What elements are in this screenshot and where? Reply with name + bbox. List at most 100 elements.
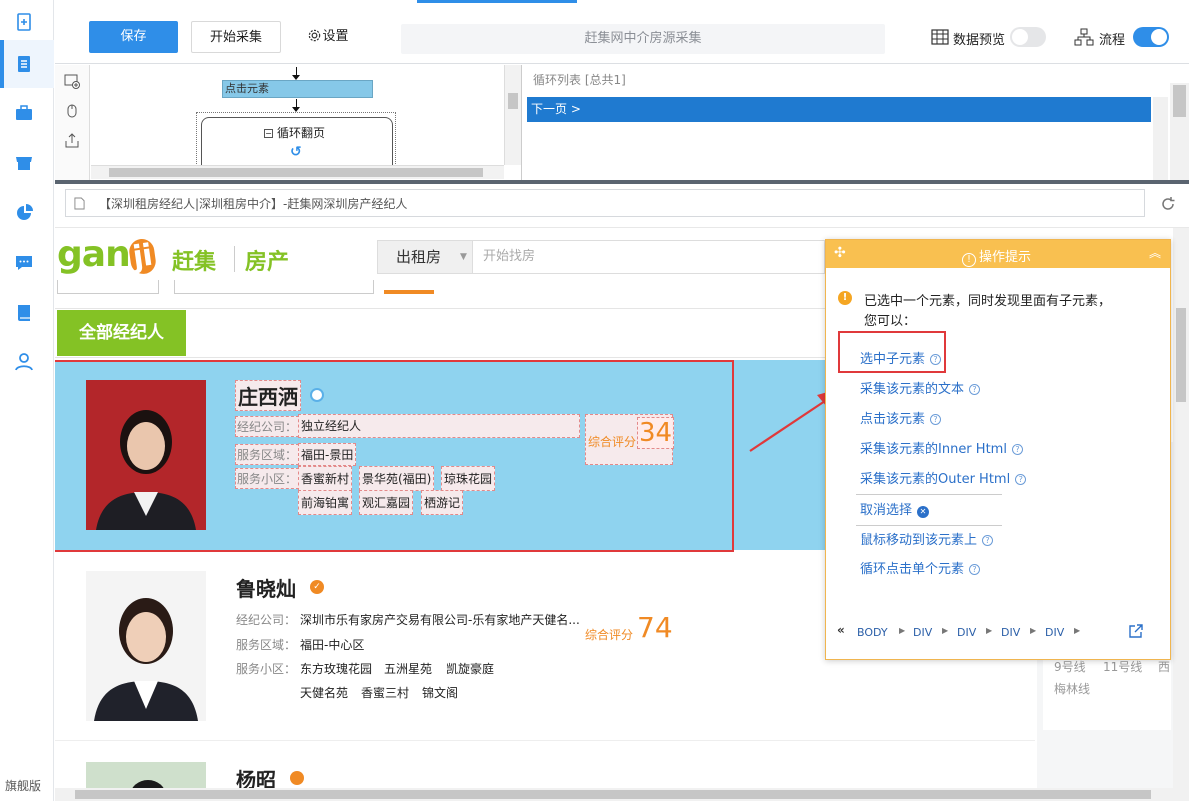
community-item[interactable]: 东方玫瑰花园 [300,660,372,677]
metro-line[interactable]: 梅林线 [1054,680,1090,697]
collapse-icon[interactable]: − [264,129,273,138]
logo-gan: gan [57,234,131,275]
logo-ji: ji [127,237,157,276]
flow-label: 流程 [1099,33,1126,48]
data-preview-label: 数据预览 [953,33,1006,48]
outer-scrollbar[interactable] [1170,83,1189,180]
option-loop-click[interactable]: 循环点击单个元素? [860,558,981,577]
mouse-icon[interactable] [63,102,81,120]
flow-node-click[interactable]: 点击元素 [222,80,373,98]
breadcrumb-item[interactable]: DIV [913,626,932,639]
info-icon: ! [962,253,976,267]
save-button[interactable]: 保存 [89,21,178,53]
document-icon[interactable] [13,53,35,75]
data-preview-toggle[interactable] [1010,27,1046,47]
company-label: 经纪公司： [236,613,297,627]
option-click-element[interactable]: 点击该元素? [860,408,942,427]
logo-category: 房产 [245,250,290,275]
community-item[interactable]: 锦文阁 [422,684,458,701]
option-collect-outer-html[interactable]: 采集该元素的Outer Html? [860,468,1027,487]
briefcase-icon[interactable] [13,102,35,124]
start-collect-button[interactable]: 开始采集 [191,21,281,53]
store-icon[interactable] [13,152,35,174]
flow-toggle[interactable] [1133,27,1169,47]
help-icon: ? [1011,444,1023,455]
chat-icon[interactable] [13,252,35,274]
area-label: 服务区域： [236,638,297,652]
workflow-vscrollbar[interactable] [504,65,521,165]
settings-button[interactable]: 设置 [295,21,361,53]
edition-label: 旗舰版 [5,779,42,793]
option-hover-element[interactable]: 鼠标移动到该元素上? [860,529,994,548]
user-icon[interactable] [13,350,35,372]
community-item[interactable]: 天健名苑 [300,684,348,701]
search-type-label: 出租房 [396,248,442,266]
left-rail: 旗舰版 [0,0,54,801]
tip-title: 操作提示 [979,250,1032,265]
browser-vscrollbar[interactable] [1173,228,1189,788]
search-input[interactable]: 开始找房 [473,240,825,274]
breadcrumb-separator-icon: ▶ [942,626,949,635]
workflow-tools [55,65,90,180]
browser-hscrollbar[interactable] [55,788,1189,801]
clipboard-add-icon[interactable] [13,11,35,33]
community-item[interactable]: 五洲星苑 [384,660,432,677]
pie-chart-icon[interactable] [13,202,35,224]
active-tab-indicator [417,0,577,3]
task-title-field[interactable]: 赶集网中介房源采集 [401,24,885,54]
breadcrumb-separator-icon: ▶ [899,626,906,635]
verified-icon: ✓ [310,580,324,594]
metro-line[interactable]: 西 [1158,658,1170,675]
breadcrumb-back-icon[interactable]: « [837,623,845,637]
warning-icon: ! [838,291,852,305]
url-field[interactable]: 【深圳租房经纪人|深圳租房中介】-赶集网深圳房产经纪人 [65,189,1145,217]
book-icon[interactable] [13,302,35,324]
community-item[interactable]: 香蜜三村 [361,684,409,701]
agent-photo [86,571,206,721]
area-value[interactable]: 福田-中心区 [300,636,364,653]
help-icon: ? [982,535,994,546]
breadcrumb-item[interactable]: DIV [1001,626,1020,639]
tip-header[interactable]: ✣ ! 操作提示 ︽ [826,240,1170,268]
toolbar: 保存 开始采集 设置 赶集网中介房源采集 数据预览 流程 [55,0,1189,64]
move-icon[interactable]: ✣ [834,245,846,261]
option-select-child[interactable]: 选中子元素? [860,348,942,367]
verified-icon [290,771,304,785]
add-step-icon[interactable] [63,72,81,90]
tip-message: 已选中一个元素，同时发现里面有子元素， [864,294,1112,309]
settings-label: 设置 [322,29,349,44]
workflow-hscrollbar[interactable] [91,165,504,179]
operation-tip-dialog: ✣ ! 操作提示 ︽ ! 已选中一个元素，同时发现里面有子元素， 您可以： 选中子… [825,239,1171,660]
option-collect-text[interactable]: 采集该元素的文本? [860,378,981,397]
breadcrumb-item[interactable]: DIV [1045,626,1064,639]
flow-node-loop[interactable]: − 循环翻页 ↺ [201,117,393,165]
collapse-up-icon[interactable]: ︽ [1149,244,1161,261]
loop-list-scrollbar[interactable] [1153,97,1168,180]
loop-icon: ↺ [290,144,302,160]
metro-line[interactable]: 9号线 [1054,658,1086,675]
company-value[interactable]: 深圳市乐有家房产交易有限公司-乐有家地产天健名... [300,611,580,628]
workflow-canvas[interactable]: 点击元素 − 循环翻页 ↺ [91,65,504,165]
loop-list-panel: 循环列表 [总共1] 下一页 > [523,65,1189,180]
breadcrumb-item[interactable]: DIV [957,626,976,639]
logo-name: 赶集 [172,250,217,275]
url-bar: 【深圳租房经纪人|深圳租房中介】-赶集网深圳房产经纪人 [55,184,1189,228]
workflow-panel: 点击元素 − 循环翻页 ↺ [55,65,522,180]
breadcrumb-separator-icon: ▶ [1030,626,1037,635]
refresh-icon[interactable] [1160,196,1176,212]
community-label: 服务小区： [236,662,297,676]
breadcrumb-item[interactable]: BODY [857,626,888,639]
community-item[interactable]: 凯旋豪庭 [446,660,494,677]
export-icon[interactable] [63,132,81,150]
metro-line[interactable]: 11号线 [1103,658,1142,675]
score-value: 74 [637,611,673,644]
external-link-icon[interactable] [1128,623,1144,639]
agent-name[interactable]: 鲁晓灿 [236,573,296,602]
logo: ganji [57,234,157,276]
score-label: 综合评分 [585,628,634,642]
option-collect-inner-html[interactable]: 采集该元素的Inner Html? [860,438,1023,457]
tab-all-agents[interactable]: 全部经纪人 [57,310,186,356]
search-type-select[interactable]: 出租房 ▼ [377,240,473,274]
loop-list-item[interactable]: 下一页 > [527,97,1151,122]
option-cancel-selection[interactable]: 取消选择 ✕ [860,499,930,518]
